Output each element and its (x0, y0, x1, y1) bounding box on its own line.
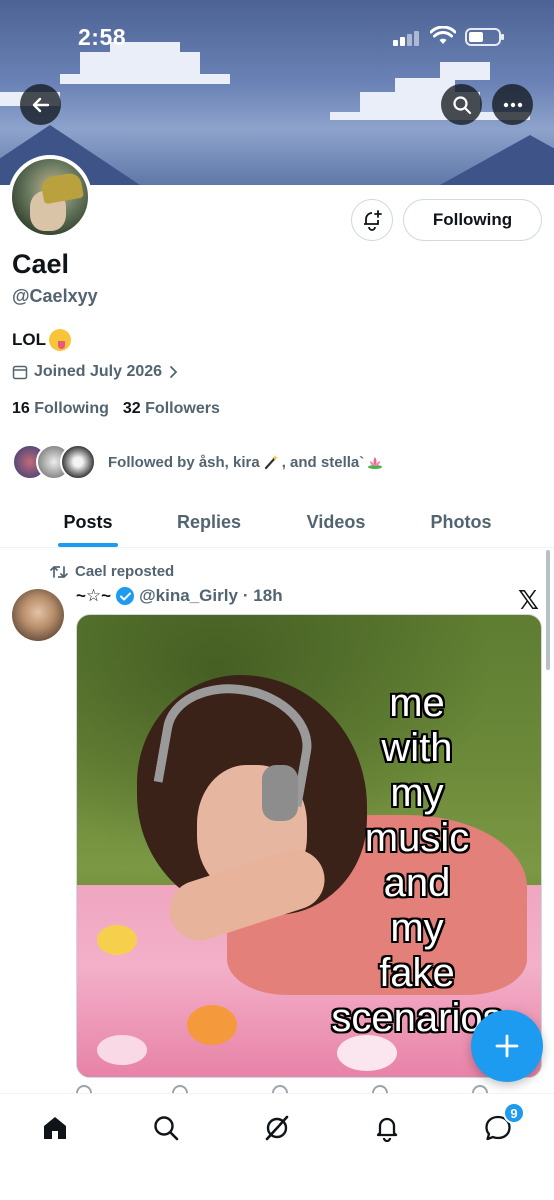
profile-tabs: Posts Replies Videos Photos (0, 496, 554, 548)
magic-wand-emoji-icon (264, 455, 278, 470)
scrollbar[interactable] (546, 550, 550, 670)
bell-plus-icon (364, 210, 382, 231)
x-logo-icon: 𝕏 (518, 586, 539, 616)
nav-explore[interactable] (146, 1108, 186, 1148)
following-count: 16 (12, 400, 30, 417)
followed-by-row[interactable]: Followed by åsh, kira , and stella` (12, 442, 383, 482)
joined-text: Joined July 2026 (34, 363, 163, 380)
grok-icon (265, 1115, 289, 1141)
nav-notifications[interactable] (367, 1108, 407, 1148)
tab-photos[interactable]: Photos (420, 496, 502, 548)
post-author-handle[interactable]: @kina_Girly (139, 586, 238, 606)
notifications-icon (376, 1117, 398, 1142)
more-button[interactable] (492, 84, 533, 125)
repost-icon (50, 565, 68, 578)
tab-posts[interactable]: Posts (48, 496, 128, 548)
following-button[interactable]: Following (403, 199, 542, 241)
active-tab-indicator (58, 543, 118, 547)
post-image[interactable]: me with my music and my fake scenarios (76, 614, 542, 1078)
followers-label: Followers (145, 400, 220, 417)
explore-icon (154, 1116, 179, 1141)
signal-icon (393, 30, 421, 46)
post-author-avatar[interactable] (12, 589, 64, 641)
followed-by-text: Followed by åsh, kira , and stella` (108, 454, 383, 471)
following-label: Following (34, 400, 109, 417)
follow-stats: 16 Following 32 Followers (12, 400, 220, 418)
messages-badge: 9 (503, 1102, 525, 1124)
back-arrow-icon (32, 97, 49, 112)
tab-replies[interactable]: Replies (166, 496, 252, 548)
search-button[interactable] (441, 84, 482, 125)
post-author-name[interactable]: ~☆~ (76, 586, 111, 606)
battery-icon (465, 28, 504, 46)
calendar-icon (12, 365, 28, 380)
nav-home[interactable] (35, 1108, 75, 1148)
chevron-right-icon[interactable] (168, 365, 178, 379)
status-time: 2:58 (78, 24, 127, 50)
more-icon (503, 102, 522, 107)
repost-indicator: Cael reposted (50, 563, 174, 580)
tab-videos[interactable]: Videos (296, 496, 376, 548)
post-header: ~☆~ @kina_Girly · 18h (76, 586, 283, 606)
profile-avatar[interactable] (8, 155, 92, 239)
search-icon (452, 95, 471, 114)
status-bar: 2:58 (0, 0, 554, 72)
bio-text: LOL (12, 330, 46, 349)
post-time: · 18h (242, 586, 283, 605)
wifi-icon (430, 26, 456, 44)
followers-stat[interactable]: 32 Followers (123, 400, 220, 418)
bottom-nav (0, 1093, 554, 1200)
meme-caption: me with my music and my fake scenarios (331, 681, 503, 1040)
following-stat[interactable]: 16 Following (12, 400, 109, 418)
plus-icon (495, 1034, 519, 1058)
repost-label: Cael reposted (75, 563, 175, 580)
home-icon (44, 1117, 66, 1139)
verified-badge-icon (116, 587, 135, 605)
compose-button[interactable] (471, 1010, 543, 1082)
zany-face-emoji-icon (49, 329, 71, 351)
profile-handle: @Caelxyy (12, 286, 98, 306)
profile-bio: LOL (12, 329, 71, 351)
profile-name: Cael (12, 249, 70, 279)
joined-date: Joined July 2026 (12, 363, 178, 381)
back-button[interactable] (20, 84, 61, 125)
lotus-emoji-icon (368, 457, 383, 469)
mutual-avatar (60, 444, 96, 480)
nav-grok[interactable] (257, 1108, 297, 1148)
notify-button[interactable] (351, 199, 393, 241)
followers-count: 32 (122, 400, 141, 417)
post-actions-row (76, 1085, 542, 1093)
followed-by-tail: , and stella` (281, 453, 365, 471)
followed-by-names: Followed by åsh, kira (108, 453, 260, 471)
